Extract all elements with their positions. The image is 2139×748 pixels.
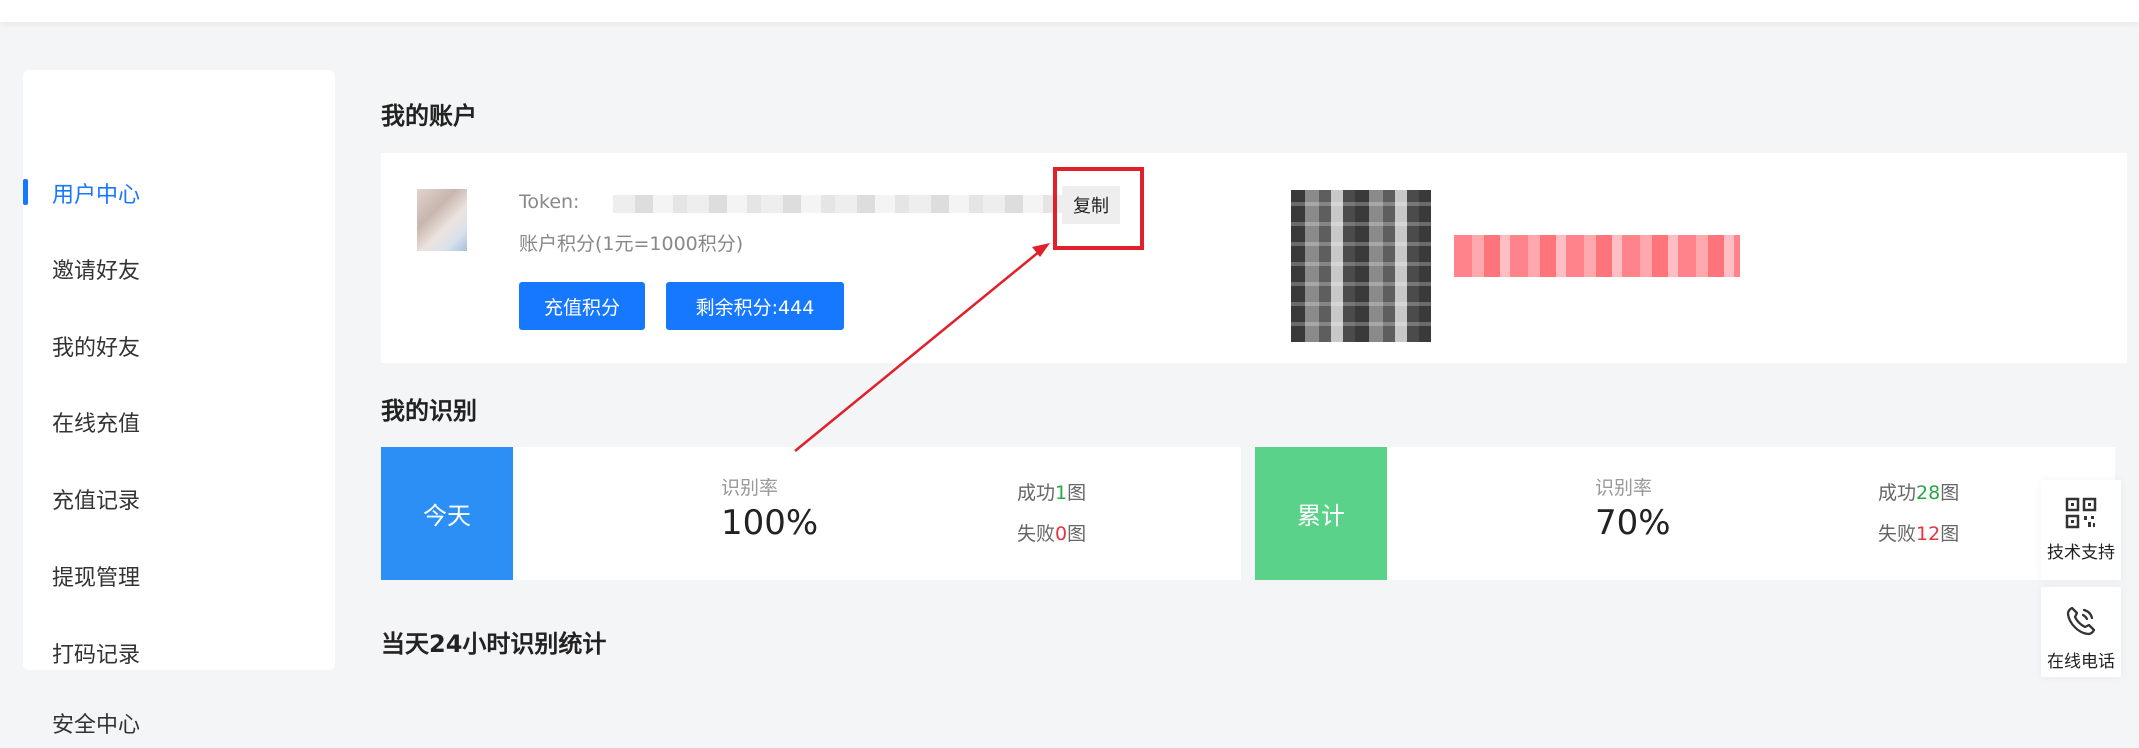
total-tag: 累计 <box>1255 447 1387 580</box>
today-success-prefix: 成功 <box>1017 482 1056 504</box>
recognition-title: 我的识别 <box>381 397 477 425</box>
avatar <box>417 189 467 251</box>
sidebar: 用户中心 邀请好友 我的好友 在线充值 充值记录 提现管理 打码记录 安全中心 <box>23 70 335 738</box>
sidebar-item-invite-friends[interactable]: 邀请好友 <box>23 244 335 294</box>
sidebar-item-label: 安全中心 <box>52 713 141 738</box>
today-success-unit: 图 <box>1067 482 1087 504</box>
total-rate-value: 70% <box>1595 503 1671 543</box>
sidebar-item-security-center[interactable]: 安全中心 <box>23 698 335 748</box>
top-bar <box>0 0 2139 22</box>
remaining-points-button[interactable]: 剩余积分:444 <box>666 282 844 330</box>
total-stat-card: 累计 识别率 70% 成功28图 失败12图 <box>1255 447 2115 580</box>
total-fail-unit: 图 <box>1940 523 1960 545</box>
today-tag: 今天 <box>381 447 513 580</box>
sidebar-item-withdrawal[interactable]: 提现管理 <box>23 551 335 601</box>
total-fail: 失败12图 <box>1878 519 1959 546</box>
sidebar-item-label: 提现管理 <box>52 566 141 591</box>
sidebar-item-label: 充值记录 <box>52 489 141 514</box>
copy-token-button[interactable]: 复制 <box>1062 186 1120 224</box>
today-fail-prefix: 失败 <box>1017 523 1056 545</box>
sidebar-item-captcha-records[interactable]: 打码记录 <box>23 628 335 678</box>
sidebar-item-label: 我的好友 <box>52 336 141 361</box>
sidebar-item-label: 打码记录 <box>52 643 141 668</box>
sidebar-item-user-center[interactable]: 用户中心 <box>23 168 335 218</box>
total-fail-prefix: 失败 <box>1878 523 1917 545</box>
today-stat-card: 今天 识别率 100% 成功1图 失败0图 <box>381 447 1241 580</box>
token-value-redacted <box>613 195 1087 213</box>
total-success-unit: 图 <box>1940 482 1960 504</box>
name-redacted <box>1454 235 1740 277</box>
today-fail-count: 0 <box>1055 523 1068 545</box>
recharge-points-button[interactable]: 充值积分 <box>519 282 645 330</box>
points-note: 账户积分(1元=1000积分) <box>519 233 744 255</box>
total-fail-count: 12 <box>1916 523 1941 545</box>
today-rate-label: 识别率 <box>721 477 779 499</box>
token-label: Token: <box>519 191 580 213</box>
account-card: Token: 复制 账户积分(1元=1000积分) 充值积分 剩余积分:444 <box>381 153 2127 363</box>
sidebar-item-recharge-records[interactable]: 充值记录 <box>23 474 335 524</box>
today-fail-unit: 图 <box>1067 523 1087 545</box>
qr-code-icon <box>2065 497 2097 529</box>
sidebar-item-my-friends[interactable]: 我的好友 <box>23 321 335 371</box>
total-rate-label: 识别率 <box>1595 477 1653 499</box>
tech-support-button[interactable]: 技术支持 <box>2041 480 2121 580</box>
tech-support-label: 技术支持 <box>2047 543 2115 563</box>
total-success: 成功28图 <box>1878 478 1959 505</box>
stats-24h-title: 当天24小时识别统计 <box>381 630 607 658</box>
qr-code-redacted <box>1291 190 1431 342</box>
online-phone-button[interactable]: 在线电话 <box>2041 587 2121 677</box>
online-phone-label: 在线电话 <box>2047 652 2115 672</box>
total-success-prefix: 成功 <box>1878 482 1917 504</box>
today-success: 成功1图 <box>1017 478 1086 505</box>
total-success-count: 28 <box>1916 482 1941 504</box>
today-rate-value: 100% <box>721 503 819 543</box>
sidebar-item-label: 邀请好友 <box>52 259 141 284</box>
today-success-count: 1 <box>1055 482 1068 504</box>
phone-icon <box>2066 606 2096 636</box>
account-title: 我的账户 <box>381 102 477 130</box>
today-fail: 失败0图 <box>1017 519 1086 546</box>
sidebar-item-label: 在线充值 <box>52 412 141 437</box>
sidebar-item-label: 用户中心 <box>52 183 141 208</box>
sidebar-item-online-recharge[interactable]: 在线充值 <box>23 397 335 447</box>
